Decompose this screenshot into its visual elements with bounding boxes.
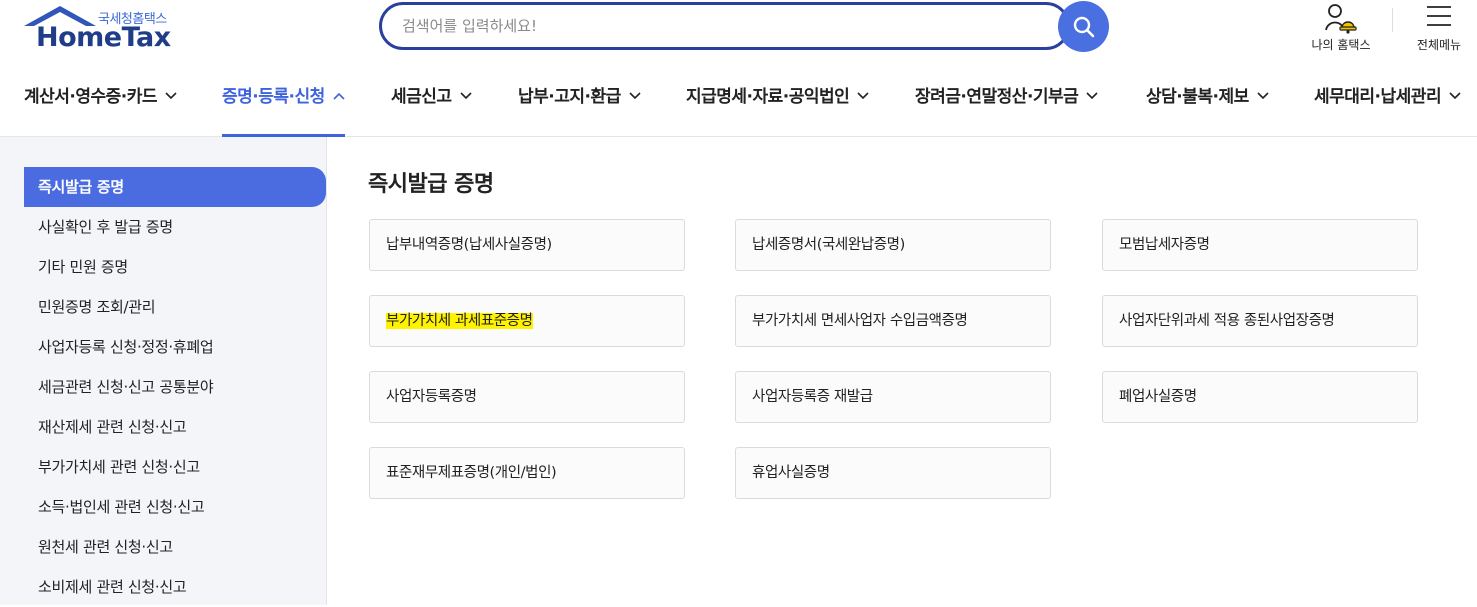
- all-menu-button[interactable]: 전체메뉴: [1404, 0, 1474, 56]
- gnb-label: 증명·등록·신청: [222, 87, 325, 107]
- sidebar: 즉시발급 증명 사실확인 후 발급 증명 기타 민원 증명 민원증명 조회/관리…: [0, 137, 327, 605]
- sidebar-item-business-registration[interactable]: 사업자등록 신청·정정·휴폐업: [24, 327, 326, 367]
- search-input[interactable]: [402, 5, 1042, 47]
- card-closure-cert[interactable]: 폐업사실증명: [1102, 371, 1418, 423]
- sidebar-item-other-civil[interactable]: 기타 민원 증명: [24, 247, 326, 287]
- my-hometax-button[interactable]: 나의 홈택스: [1300, 0, 1382, 56]
- gnb-label: 지급명세·자료·공익법인: [686, 87, 850, 107]
- gnb-item-invoice[interactable]: 계산서·영수증·카드: [24, 82, 177, 137]
- sidebar-item-consumption-tax[interactable]: 소비제세 관련 신청·신고: [24, 567, 326, 607]
- logo-name: HomeTax: [36, 22, 171, 53]
- chevron-down-icon: [165, 92, 177, 100]
- card-tax-clearance[interactable]: 납세증명서(국세완납증명): [735, 219, 1051, 271]
- hamburger-icon: [1427, 6, 1451, 26]
- card-model-taxpayer[interactable]: 모범납세자증명: [1102, 219, 1418, 271]
- card-financial-statements[interactable]: 표준재무제표증명(개인/법인): [369, 447, 685, 499]
- card-business-registration-reissue[interactable]: 사업자등록증 재발급: [735, 371, 1051, 423]
- card-vat-tax-base[interactable]: 부가가치세 과세표준증명: [369, 295, 685, 347]
- gnb-item-tax-report[interactable]: 세금신고: [391, 82, 472, 137]
- chevron-up-icon: [333, 92, 345, 100]
- gnb-label: 장려금·연말정산·기부금: [915, 87, 1079, 107]
- gnb-label: 계산서·영수증·카드: [24, 87, 158, 107]
- card-tax-payment-history[interactable]: 납부내역증명(납세사실증명): [369, 219, 685, 271]
- search-button[interactable]: [1058, 1, 1109, 52]
- gnb-label: 상담·불복·제보: [1146, 87, 1249, 107]
- sidebar-item-certificate-lookup[interactable]: 민원증명 조회/관리: [24, 287, 326, 327]
- gnb-label: 세금신고: [391, 87, 452, 107]
- header: 국세청홈택스 HomeTax 나의 홈택스 전체메뉴: [0, 0, 1477, 62]
- highlighted-label: 부가가치세 과세표준증명: [386, 313, 533, 329]
- main-navigation: 계산서·영수증·카드 증명·등록·신청 세금신고 납부·고지·환급 지급명세·자…: [0, 62, 1477, 137]
- gnb-item-certificate[interactable]: 증명·등록·신청: [222, 82, 345, 137]
- sidebar-item-tax-common[interactable]: 세금관련 신청·신고 공통분야: [24, 367, 326, 407]
- hometax-logo[interactable]: 국세청홈택스 HomeTax: [22, 4, 182, 54]
- sidebar-item-verified-certificate[interactable]: 사실확인 후 발급 증명: [24, 207, 326, 247]
- sidebar-item-property-tax[interactable]: 재산제세 관련 신청·신고: [24, 407, 326, 447]
- chevron-down-icon: [1449, 92, 1461, 100]
- gnb-item-incentive[interactable]: 장려금·연말정산·기부금: [915, 82, 1098, 137]
- my-hometax-label: 나의 홈택스: [1311, 38, 1371, 52]
- search-bar: [379, 2, 1070, 50]
- sidebar-item-income-corporate[interactable]: 소득·법인세 관련 신청·신고: [24, 487, 326, 527]
- sidebar-item-instant-certificate[interactable]: 즉시발급 증명: [24, 167, 326, 207]
- sidebar-item-vat[interactable]: 부가가치세 관련 신청·신고: [24, 447, 326, 487]
- gnb-label: 세무대리·납세관리: [1314, 87, 1442, 107]
- all-menu-label: 전체메뉴: [1416, 38, 1462, 52]
- chevron-down-icon: [1086, 92, 1098, 100]
- user-bell-icon: [1325, 4, 1357, 34]
- chevron-down-icon: [459, 92, 472, 100]
- chevron-down-icon: [629, 92, 641, 100]
- gnb-item-payment[interactable]: 납부·고지·환급: [518, 82, 641, 137]
- card-vat-exempt-income[interactable]: 부가가치세 면세사업자 수입금액증명: [735, 295, 1051, 347]
- card-subsidiary-workplace[interactable]: 사업자단위과세 적용 종된사업장증명: [1102, 295, 1418, 347]
- card-suspension-cert[interactable]: 휴업사실증명: [735, 447, 1051, 499]
- page-title: 즉시발급 증명: [368, 172, 494, 197]
- utility-divider: [1392, 8, 1393, 32]
- chevron-down-icon: [1257, 92, 1269, 100]
- gnb-label: 납부·고지·환급: [518, 87, 621, 107]
- chevron-down-icon: [857, 92, 869, 100]
- search-icon: [1073, 16, 1094, 37]
- gnb-item-consult[interactable]: 상담·불복·제보: [1146, 82, 1269, 137]
- gnb-item-agent[interactable]: 세무대리·납세관리: [1314, 82, 1461, 137]
- gnb-item-statements[interactable]: 지급명세·자료·공익법인: [686, 82, 869, 137]
- sidebar-item-withholding[interactable]: 원천세 관련 신청·신고: [24, 527, 326, 567]
- card-business-registration-cert[interactable]: 사업자등록증명: [369, 371, 685, 423]
